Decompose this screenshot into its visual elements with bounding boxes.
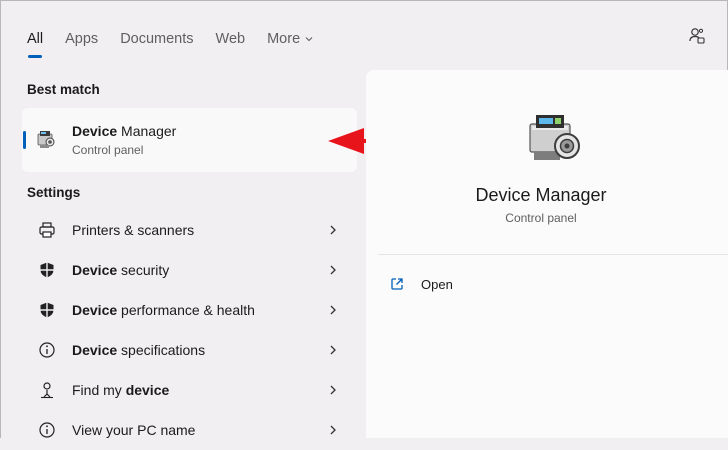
- divider: [378, 254, 728, 255]
- detail-pane: Device Manager Control panel Open: [366, 70, 728, 438]
- tab-documents[interactable]: Documents: [120, 29, 193, 49]
- setting-label-bold: Device: [72, 262, 118, 278]
- chevron-right-icon: [330, 265, 336, 275]
- setting-label-text: Printers & scanners: [72, 222, 195, 238]
- best-match-title: Device Manager: [72, 122, 176, 140]
- setting-device-security[interactable]: Device security: [22, 250, 357, 290]
- setting-label: Device performance & health: [72, 301, 255, 319]
- setting-label-text: specifications: [117, 342, 206, 358]
- setting-label-pre: View your PC name: [72, 422, 196, 438]
- chevron-down-icon: [305, 37, 313, 42]
- chevron-right-icon: [330, 425, 336, 435]
- setting-label: Find my device: [72, 381, 169, 399]
- chevron-right-icon: [330, 305, 336, 315]
- setting-label-bold: Device: [72, 302, 118, 318]
- setting-device-specifications[interactable]: Device specifications: [22, 330, 357, 370]
- setting-label-bold: device: [125, 382, 170, 398]
- best-match-title-rest: Manager: [117, 123, 177, 139]
- chevron-right-icon: [330, 225, 336, 235]
- settings-heading: Settings: [27, 185, 81, 200]
- setting-find-my-device[interactable]: Find my device: [22, 370, 357, 410]
- setting-label-text: performance & health: [117, 302, 255, 318]
- setting-label: Device security: [72, 261, 169, 279]
- open-action[interactable]: Open: [388, 274, 508, 296]
- open-external-icon: [391, 278, 403, 290]
- selection-indicator: [23, 131, 26, 149]
- search-filter-tabs: All Apps Documents Web More: [27, 27, 336, 58]
- person-location-icon: [41, 382, 53, 399]
- chevron-right-icon: [330, 345, 336, 355]
- setting-label-pre: Find my: [72, 382, 126, 398]
- best-match-subtitle: Control panel: [72, 143, 144, 157]
- tab-more[interactable]: More: [267, 29, 314, 49]
- detail-title: Device Manager: [475, 185, 607, 205]
- shield-icon: [40, 262, 54, 278]
- setting-label-text: security: [117, 262, 170, 278]
- setting-label: Printers & scanners: [72, 221, 194, 239]
- info-icon: [39, 422, 55, 438]
- account-switch-icon[interactable]: [687, 26, 707, 46]
- setting-view-pc-name[interactable]: View your PC name: [22, 410, 357, 450]
- device-manager-icon: [37, 131, 55, 148]
- setting-label-bold: Device: [72, 342, 118, 358]
- tab-all[interactable]: All: [27, 29, 43, 58]
- open-label: Open: [421, 277, 453, 292]
- setting-printers-scanners[interactable]: Printers & scanners: [22, 210, 357, 250]
- shield-icon: [40, 302, 54, 318]
- printer-icon: [39, 222, 55, 238]
- tab-apps[interactable]: Apps: [65, 29, 98, 49]
- setting-label: Device specifications: [72, 341, 205, 359]
- best-match-title-bold: Device: [72, 123, 118, 139]
- tab-web[interactable]: Web: [216, 29, 246, 49]
- device-manager-icon: [529, 115, 580, 160]
- best-match-heading: Best match: [27, 82, 100, 97]
- setting-label: View your PC name: [72, 421, 195, 439]
- tab-more-label: More: [267, 31, 301, 47]
- info-icon: [39, 342, 55, 358]
- setting-device-performance-health[interactable]: Device performance & health: [22, 290, 357, 330]
- chevron-right-icon: [330, 385, 336, 395]
- settings-results: Printers & scanners Device security Devi…: [22, 210, 357, 450]
- detail-subtitle: Control panel: [505, 211, 577, 225]
- best-match-result-device-manager[interactable]: Device Manager Control panel: [22, 108, 357, 172]
